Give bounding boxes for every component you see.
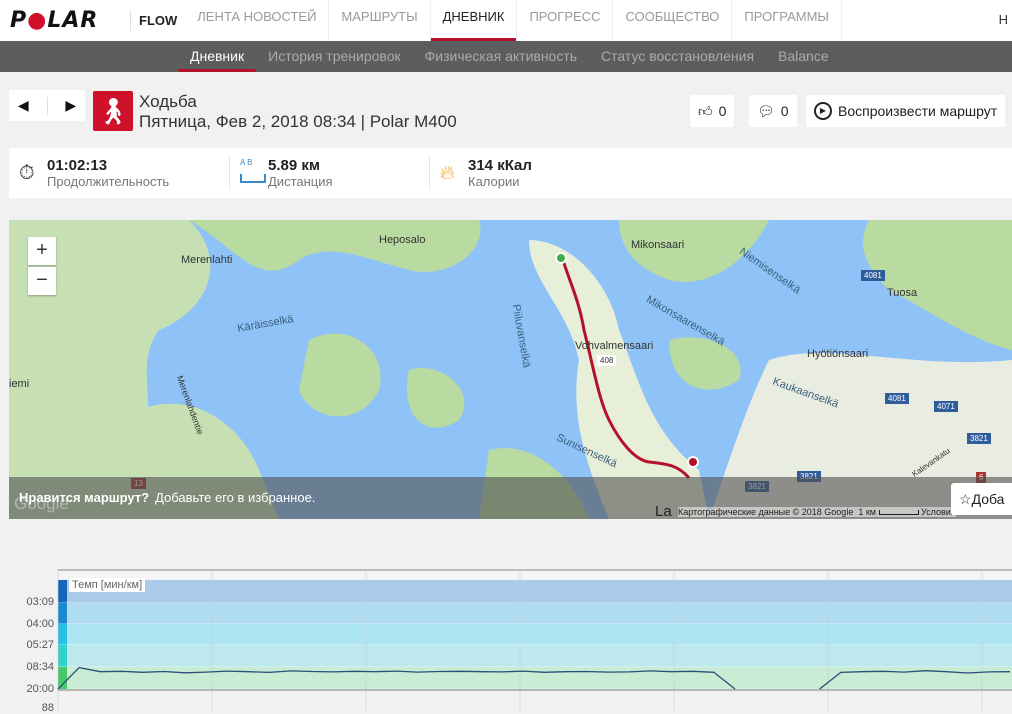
divider <box>130 10 131 31</box>
nav-progress[interactable]: ПРОГРЕСС <box>517 0 614 41</box>
y-tick-label: 20:00 <box>26 683 54 695</box>
map-label: Merenlahti <box>181 254 233 266</box>
google-logo: Google <box>14 494 69 513</box>
map-label: Mikonsaari <box>631 239 685 251</box>
subnav-diary[interactable]: Дневник <box>178 41 257 72</box>
walking-icon: 🚶︎ <box>93 91 133 131</box>
session-navigation: ◀ ▶ <box>9 90 85 121</box>
thumbs-up-icon: 👍︎ <box>698 102 713 119</box>
pace-zone-band <box>67 667 1012 689</box>
pace-zone-indicator <box>58 603 67 624</box>
route-end-marker[interactable] <box>687 456 699 468</box>
top-navigation: P●LAR FLOW ЛЕНТА НОВОСТЕЙ МАРШРУТЫ ДНЕВН… <box>0 0 1012 41</box>
pace-zone-indicator <box>58 624 67 645</box>
flame-icon: 🔥︎ <box>440 162 455 184</box>
map-attribution[interactable]: Картографические данные © 2018 Google 1 … <box>678 507 956 517</box>
duration-value: 01:02:13 <box>47 157 108 174</box>
subnav-activity[interactable]: Физическая активность <box>413 41 589 72</box>
summary-stats: ⏱︎ 01:02:13 Продолжительность A B 5.89 км Ди… <box>9 148 1012 198</box>
nav-diary[interactable]: ДНЕВНИК <box>430 0 518 41</box>
banner-text: Добавьте его в избранное. <box>155 490 316 505</box>
distance-icon: A B <box>240 158 253 167</box>
nav-user[interactable]: Н <box>999 12 1008 27</box>
ruler-icon <box>240 174 266 183</box>
calories-value: 314 кКал <box>468 157 532 174</box>
session-subtitle: Пятница, Фев 2, 2018 08:34 | Polar M400 <box>139 112 457 131</box>
distance-label: Дистанция <box>268 174 333 189</box>
nav-community[interactable]: СООБЩЕСТВО <box>613 0 733 41</box>
comment-button[interactable]: 💬︎ 0 <box>749 95 797 127</box>
road-number: 4081 <box>885 393 909 404</box>
route-start-marker[interactable] <box>555 252 567 264</box>
road-number: 4081 <box>861 270 885 281</box>
sub-navigation: Дневник История тренировок Физическая ак… <box>0 41 1012 72</box>
pace-zone-indicator <box>58 667 67 689</box>
like-count: 0 <box>718 103 727 119</box>
route-map[interactable]: + − Heposalo Merenlahti Mikonsaari Niemi… <box>9 220 1012 519</box>
zoom-in-button[interactable]: + <box>28 237 56 265</box>
map-label: Hyötiönsaari <box>807 348 869 360</box>
duration-stat: ⏱︎ 01:02:13 Продолжительность <box>9 156 229 190</box>
add-favorite-button[interactable]: ☆Доба <box>951 483 1012 515</box>
distance-stat: A B 5.89 км Дистанция <box>229 156 429 190</box>
comment-icon: 💬︎ <box>757 102 775 119</box>
nav-routes[interactable]: МАРШРУТЫ <box>329 0 431 41</box>
pace-zone-band <box>67 603 1012 624</box>
sport-name: Ходьба <box>139 92 197 111</box>
map-label: Heposalo <box>379 234 426 246</box>
subnav-balance[interactable]: Balance <box>766 41 841 72</box>
distance-value: 5.89 км <box>268 157 320 174</box>
y-tick-label: 03:09 <box>26 596 54 608</box>
chart-title: Темп [мин/км] <box>69 578 146 592</box>
y-tick-label: 08:34 <box>26 661 54 673</box>
play-circle-icon: ▶ <box>814 102 832 120</box>
star-icon: ☆ <box>959 491 972 507</box>
map-label: Vohvalmensaari <box>575 340 654 352</box>
attribution-text: Картографические данные © 2018 Google <box>678 507 854 517</box>
divider <box>46 96 48 115</box>
polar-logo[interactable]: P●LAR <box>10 8 122 33</box>
scale-label: 1 км <box>858 507 876 517</box>
pace-zone-band <box>67 624 1012 645</box>
pace-zone-band <box>67 645 1012 667</box>
duration-label: Продолжительность <box>47 174 170 189</box>
comment-count: 0 <box>780 103 789 119</box>
y-tick-label: 05:27 <box>26 639 54 651</box>
road-number: 3821 <box>967 433 991 444</box>
like-button[interactable]: 👍︎ 0 <box>690 95 735 127</box>
nav-programs[interactable]: ПРОГРАММЫ <box>732 0 842 41</box>
subnav-recovery[interactable]: Статус восстановления <box>589 41 766 72</box>
y-tick-label: 04:00 <box>26 618 54 630</box>
map-terrain <box>9 220 1012 519</box>
flow-label: FLOW <box>139 13 178 28</box>
road-number: 4071 <box>934 401 958 412</box>
pace-zone-band <box>67 580 1012 603</box>
scale-bar <box>878 510 919 515</box>
pace-zone-indicator <box>58 645 67 667</box>
next-arrow-icon[interactable]: ▶ <box>65 97 76 114</box>
pace-zone-indicator <box>58 580 67 603</box>
road-number: 408 <box>597 355 617 366</box>
stopwatch-icon: ⏱︎ <box>19 162 35 184</box>
map-label: iemi <box>9 378 30 390</box>
map-label: La <box>655 503 672 520</box>
previous-arrow-icon[interactable]: ◀ <box>18 97 29 114</box>
pace-chart[interactable] <box>0 560 1012 711</box>
nav-news[interactable]: ЛЕНТА НОВОСТЕЙ <box>185 0 330 41</box>
subnav-training-history[interactable]: История тренировок <box>256 41 412 72</box>
replay-route-button[interactable]: ▶ Воспроизвести маршрут <box>806 95 1006 127</box>
map-label: Tuosa <box>887 287 918 299</box>
calories-label: Калории <box>468 174 520 189</box>
y-tick-label: 88 <box>41 702 54 714</box>
zoom-out-button[interactable]: − <box>28 267 56 295</box>
replay-label: Воспроизвести маршрут <box>838 103 998 119</box>
add-favorite-label: Доба <box>971 491 1005 507</box>
calories-stat: 🔥︎ 314 кКал Калории <box>429 156 546 190</box>
